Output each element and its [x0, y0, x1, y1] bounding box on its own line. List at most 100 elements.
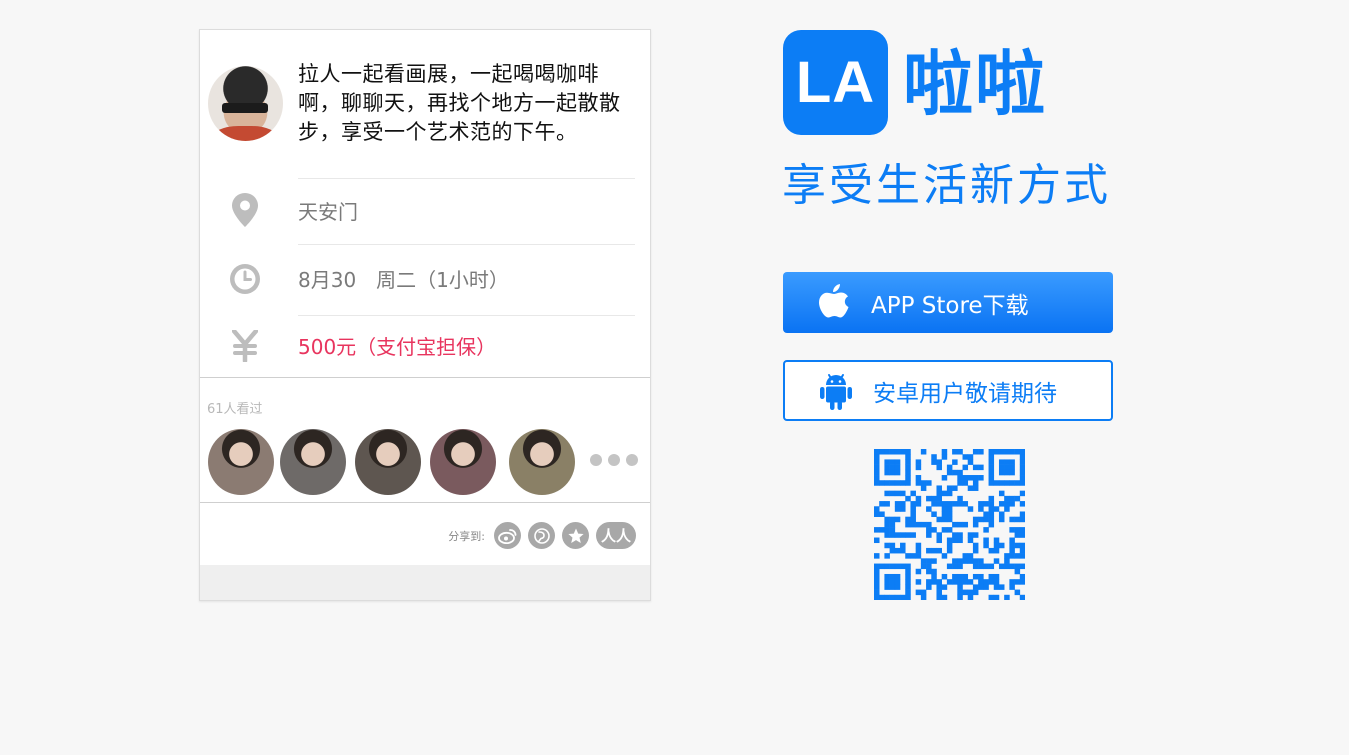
qr-module: [894, 469, 901, 476]
viewer-avatar[interactable]: [355, 429, 421, 495]
qr-module: [1019, 594, 1026, 601]
qr-module: [884, 542, 890, 549]
qr-module: [962, 579, 969, 585]
qr-module: [1019, 563, 1026, 570]
qr-module: [884, 553, 890, 559]
favorite-star-icon[interactable]: [562, 522, 589, 549]
qr-module: [874, 449, 880, 455]
qr-module: [957, 537, 963, 544]
share-label: 分享到:: [448, 530, 485, 543]
qr-module: [941, 449, 948, 455]
qr-module: [957, 475, 963, 481]
qr-module: [1019, 454, 1026, 460]
qr-module: [936, 594, 942, 601]
qr-module: [889, 449, 896, 455]
qr-module: [978, 579, 984, 585]
qr-module: [931, 547, 937, 554]
qr-module: [926, 558, 932, 564]
qr-module: [905, 516, 911, 523]
qr-module: [1019, 501, 1026, 507]
qr-module: [905, 469, 911, 476]
qr-module: [946, 485, 953, 491]
qr-module: [931, 459, 937, 465]
qr-module: [1019, 469, 1026, 476]
viewer-avatar[interactable]: [208, 429, 274, 495]
qr-module: [967, 537, 974, 544]
qr-module: [941, 475, 948, 481]
qr-module: [915, 542, 922, 549]
qr-module: [983, 537, 989, 544]
weibo-icon[interactable]: [494, 522, 521, 549]
qr-module: [879, 527, 885, 533]
qr-module: [1019, 449, 1026, 455]
qr-module: [957, 501, 963, 507]
qr-module: [889, 516, 896, 523]
viewer-avatar[interactable]: [280, 429, 346, 495]
qr-module: [884, 480, 890, 486]
qr-module: [1004, 563, 1010, 570]
qr-module: [915, 568, 922, 575]
qr-module: [931, 573, 937, 580]
qr-module: [983, 542, 989, 549]
qr-module: [988, 459, 995, 465]
qr-module: [900, 542, 906, 549]
qr-module: [900, 563, 906, 570]
qr-module: [978, 449, 984, 455]
qr-module: [972, 573, 979, 580]
more-viewers-icon[interactable]: [590, 454, 638, 466]
qr-module: [998, 459, 1005, 465]
qr-module: [889, 532, 896, 538]
qr-module: [905, 579, 911, 585]
host-avatar[interactable]: [208, 66, 283, 141]
qr-module: [988, 521, 995, 528]
qr-module: [988, 469, 995, 476]
qr-module: [988, 516, 995, 523]
qr-module: [978, 584, 984, 590]
qr-module: [920, 521, 927, 528]
android-label: 安卓用户敬请期待: [873, 380, 1057, 407]
renren-icon[interactable]: 人人: [596, 522, 636, 549]
qr-module: [931, 501, 937, 507]
qr-module: [879, 449, 885, 455]
qr-module: [941, 506, 948, 512]
qr-module: [910, 501, 916, 507]
qr-module: [884, 516, 890, 523]
qr-module: [1009, 459, 1015, 465]
app-store-download-button[interactable]: APP Store下载: [783, 272, 1113, 333]
qr-module: [952, 485, 958, 491]
qr-module: [1004, 553, 1010, 559]
qr-module: [952, 469, 958, 476]
apple-icon: [817, 283, 851, 323]
qr-module: [1019, 475, 1026, 481]
qr-module: [1004, 495, 1010, 502]
qr-module: [962, 475, 969, 481]
qr-module: [952, 579, 958, 585]
qr-module: [1004, 469, 1010, 476]
download-qr-code: [874, 449, 1026, 601]
qr-module: [926, 506, 932, 512]
qr-module: [910, 553, 916, 559]
qr-module: [998, 542, 1005, 549]
qr-module: [900, 480, 906, 486]
qr-module: [957, 584, 963, 590]
android-icon: [819, 371, 853, 411]
qr-module: [915, 464, 922, 471]
qr-module: [884, 584, 890, 590]
viewer-avatar[interactable]: [509, 429, 575, 495]
qr-module: [926, 547, 932, 554]
qr-module: [1014, 542, 1021, 549]
qr-module: [1014, 532, 1021, 538]
qr-module: [889, 584, 896, 590]
qr-module: [920, 449, 927, 455]
qr-module: [952, 537, 958, 544]
qr-module: [1019, 490, 1026, 497]
qr-module: [884, 573, 890, 580]
qq-zone-icon[interactable]: [528, 522, 555, 549]
android-coming-soon-button[interactable]: 安卓用户敬请期待: [783, 360, 1113, 421]
qr-module: [1009, 537, 1015, 544]
card-footer: [200, 565, 650, 600]
qr-module: [957, 589, 963, 596]
qr-module: [915, 495, 922, 502]
viewer-avatar[interactable]: [430, 429, 496, 495]
qr-module: [900, 532, 906, 538]
